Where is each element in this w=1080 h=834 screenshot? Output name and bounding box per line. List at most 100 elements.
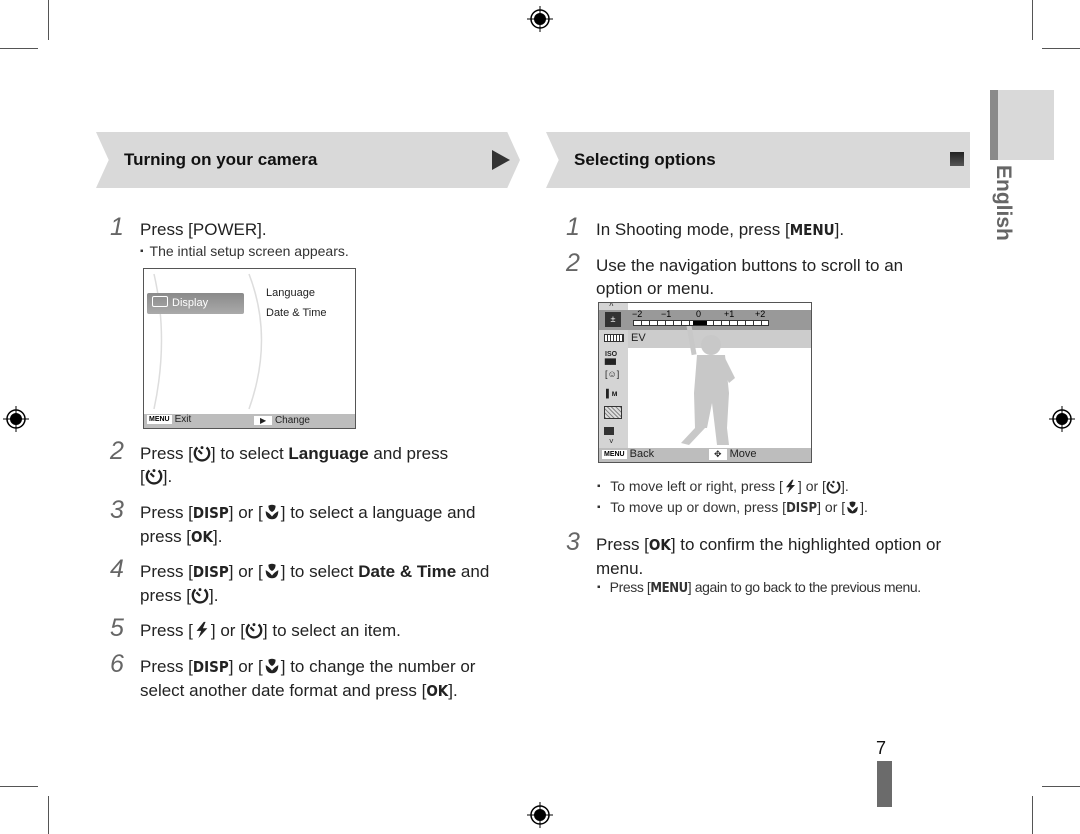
ev-slider-marker[interactable]	[693, 321, 707, 325]
text: select another date format and press [	[140, 681, 427, 700]
text: Press [	[140, 621, 193, 640]
step-number: 2	[110, 437, 124, 465]
registration-mark-icon	[527, 802, 553, 828]
crop-mark	[48, 796, 49, 834]
face-detect-icon[interactable]: [☺]	[605, 369, 619, 379]
timer-icon	[826, 479, 841, 494]
crop-mark	[1042, 786, 1080, 787]
iso-icon[interactable]: ISO ▆▆	[605, 351, 617, 365]
text: Press [	[140, 657, 193, 676]
option-date-time[interactable]: Date & Time	[266, 307, 327, 319]
registration-mark-icon	[3, 406, 29, 432]
ev-tick-label: −2	[632, 309, 643, 319]
move-group: ✥ Move	[709, 448, 757, 460]
section-header-selecting-options: Selecting options	[546, 132, 970, 188]
text: Press [	[609, 579, 651, 595]
date-time-bold: Date & Time	[358, 562, 457, 581]
child-silhouette	[681, 324, 735, 445]
disp-key: DISP	[192, 563, 229, 581]
step-1-note: The intial setup screen appears.	[140, 243, 349, 259]
bullet-move-up-down: To move up or down, press [DISP] or [].	[597, 499, 868, 516]
ok-key: OK	[426, 682, 449, 700]
screen-footer: MENU Exit ▶ Change	[144, 414, 355, 428]
timer-icon	[245, 621, 263, 639]
step-text: Press [ ] or [ ] to select an item.	[140, 619, 500, 642]
text: In Shooting mode, press [	[596, 220, 790, 239]
setup-screen-illustration: Display Language Date & Time MENU Exit ▶ …	[143, 268, 356, 429]
change-label: Change	[274, 415, 310, 426]
ok-key: OK	[648, 536, 671, 554]
quality-icon[interactable]	[604, 406, 622, 419]
text: Press [	[596, 535, 649, 554]
option-language[interactable]: Language	[266, 287, 315, 299]
text: Press [	[140, 562, 193, 581]
scroll-up-icon[interactable]: ˄	[609, 303, 614, 309]
text: ] or [	[817, 499, 846, 515]
text: Press [	[140, 503, 193, 522]
step-text: Press [] to select Language and press []…	[140, 442, 500, 488]
page-tab-bar	[877, 761, 892, 807]
text: ].	[212, 527, 223, 546]
ok-key: OK	[191, 528, 213, 546]
change-group: ▶ Change	[254, 415, 310, 426]
text: press [	[140, 527, 192, 546]
language-label: English	[992, 165, 1015, 241]
macro-icon	[263, 562, 281, 580]
step-number: 2	[566, 249, 580, 277]
ois-icon[interactable]	[604, 427, 614, 435]
crop-mark	[0, 48, 38, 49]
crop-mark	[48, 0, 49, 40]
text: ] to select	[210, 444, 289, 463]
menu-key: MENU	[789, 221, 835, 239]
menu-key: MENU	[650, 581, 688, 596]
flash-icon	[193, 621, 211, 639]
step-text: Press [POWER].	[140, 218, 500, 241]
move-label: Move	[729, 448, 757, 460]
ev-tick-label: 0	[696, 309, 702, 319]
metering-icon[interactable]	[604, 334, 624, 342]
step-text: Press [DISP] or [ ] to select a language …	[140, 501, 500, 549]
step-number: 5	[110, 614, 124, 642]
scroll-down-icon[interactable]: ˅	[609, 437, 614, 446]
crop-mark	[1042, 48, 1080, 49]
registration-mark-icon	[527, 6, 553, 32]
timer-icon	[193, 444, 211, 462]
text: ] to select	[280, 562, 359, 581]
text: ].	[860, 499, 868, 515]
section-header-turning-on: Turning on your camera	[96, 132, 520, 188]
ev-tick-label: +2	[755, 309, 766, 319]
play-arrow-icon	[492, 150, 510, 170]
text: and	[456, 562, 490, 581]
text: ] or [	[228, 503, 263, 522]
exit-label: Exit	[174, 414, 192, 425]
menu-item-label: Display	[172, 297, 209, 309]
macro-icon	[845, 500, 860, 515]
screen-footer: MENU Back ✥ Move	[599, 448, 811, 462]
disp-key: DISP	[786, 501, 818, 516]
text: ].	[834, 220, 845, 239]
back-label: Back	[629, 448, 655, 460]
step-number: 3	[110, 496, 124, 524]
text: ].	[840, 478, 849, 494]
text: ] or [	[210, 621, 245, 640]
text: ] to select a language and	[280, 503, 476, 522]
step-text: Press [DISP] or [] to select Date & Time…	[140, 560, 500, 607]
menu-key-icon: MENU	[602, 450, 627, 459]
step-text: Use the navigation buttons to scroll to …	[596, 254, 956, 300]
step-number: 1	[110, 213, 124, 241]
right-arrow-icon: ▶	[254, 416, 273, 425]
text: Use the navigation buttons to scroll to …	[596, 256, 904, 275]
menu-arc-decoration	[153, 273, 263, 410]
text: ] to select an item.	[262, 621, 401, 640]
menu-item-display[interactable]: Display	[147, 293, 244, 314]
text: ] or [	[797, 478, 826, 494]
timer-icon	[145, 467, 163, 485]
step-text: Press [DISP] or [] to change the number …	[140, 655, 520, 703]
disp-key: DISP	[192, 504, 229, 522]
shooting-menu-illustration: −2 −1 0 +1 +2 EV ± ISO ▆▆ [☺] ▌ᴍ ˄ ˅ MENU…	[598, 302, 812, 463]
step-number: 1	[566, 213, 580, 241]
size-icon[interactable]: ▌ᴍ	[606, 389, 618, 398]
ev-compensation-icon[interactable]: ±	[605, 312, 621, 327]
disp-key: DISP	[192, 658, 229, 676]
bullet-move-left-right: To move left or right, press [] or [].	[597, 478, 849, 494]
